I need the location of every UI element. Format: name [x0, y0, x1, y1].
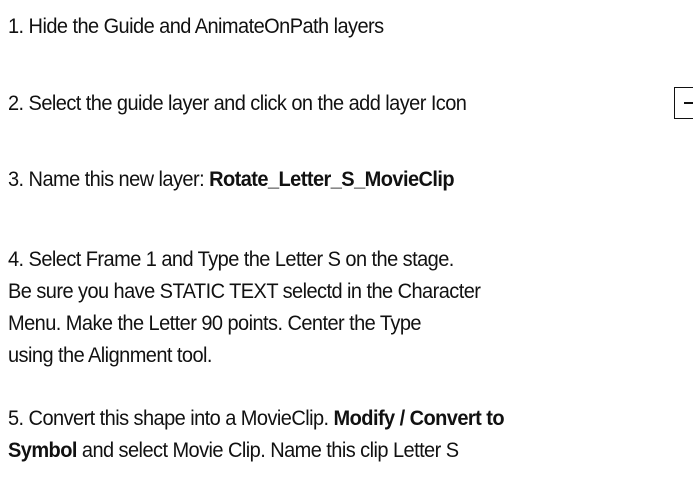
step-4-line-2: Be sure you have STATIC TEXT selectd in … [8, 279, 481, 303]
step-2-text: 2. Select the guide layer and click on t… [8, 87, 467, 119]
menu-path-symbol: Symbol [8, 438, 77, 462]
add-layer-icon [674, 87, 693, 119]
step-3-text: 3. Name this new layer: Rotate_Letter_S_… [8, 163, 455, 195]
step-1-label: 1. Hide the Guide and AnimateOnPath laye… [8, 14, 384, 38]
step-3-prefix: 3. Name this new layer: [8, 167, 210, 191]
step-5-part-1: 5. Convert this shape into a MovieClip. [8, 406, 334, 430]
step-5-part-2: and select Movie Clip. Name this clip Le… [76, 438, 459, 462]
menu-path: Modify / Convert to [333, 406, 505, 430]
step-4-line-3: Menu. Make the Letter 90 points. Center … [8, 311, 422, 335]
step-4-line-1: 4. Select Frame 1 and Type the Letter S … [8, 247, 454, 271]
layer-name: Rotate_Letter_S_MovieClip [209, 167, 455, 191]
step-1-text: 1. Hide the Guide and AnimateOnPath laye… [8, 10, 384, 42]
step-4-text: 4. Select Frame 1 and Type the Letter S … [8, 243, 481, 371]
step-5-text: 5. Convert this shape into a MovieClip. … [8, 402, 505, 466]
step-4-line-4: using the Alignment tool. [8, 343, 212, 367]
step-2-label: 2. Select the guide layer and click on t… [8, 91, 467, 115]
